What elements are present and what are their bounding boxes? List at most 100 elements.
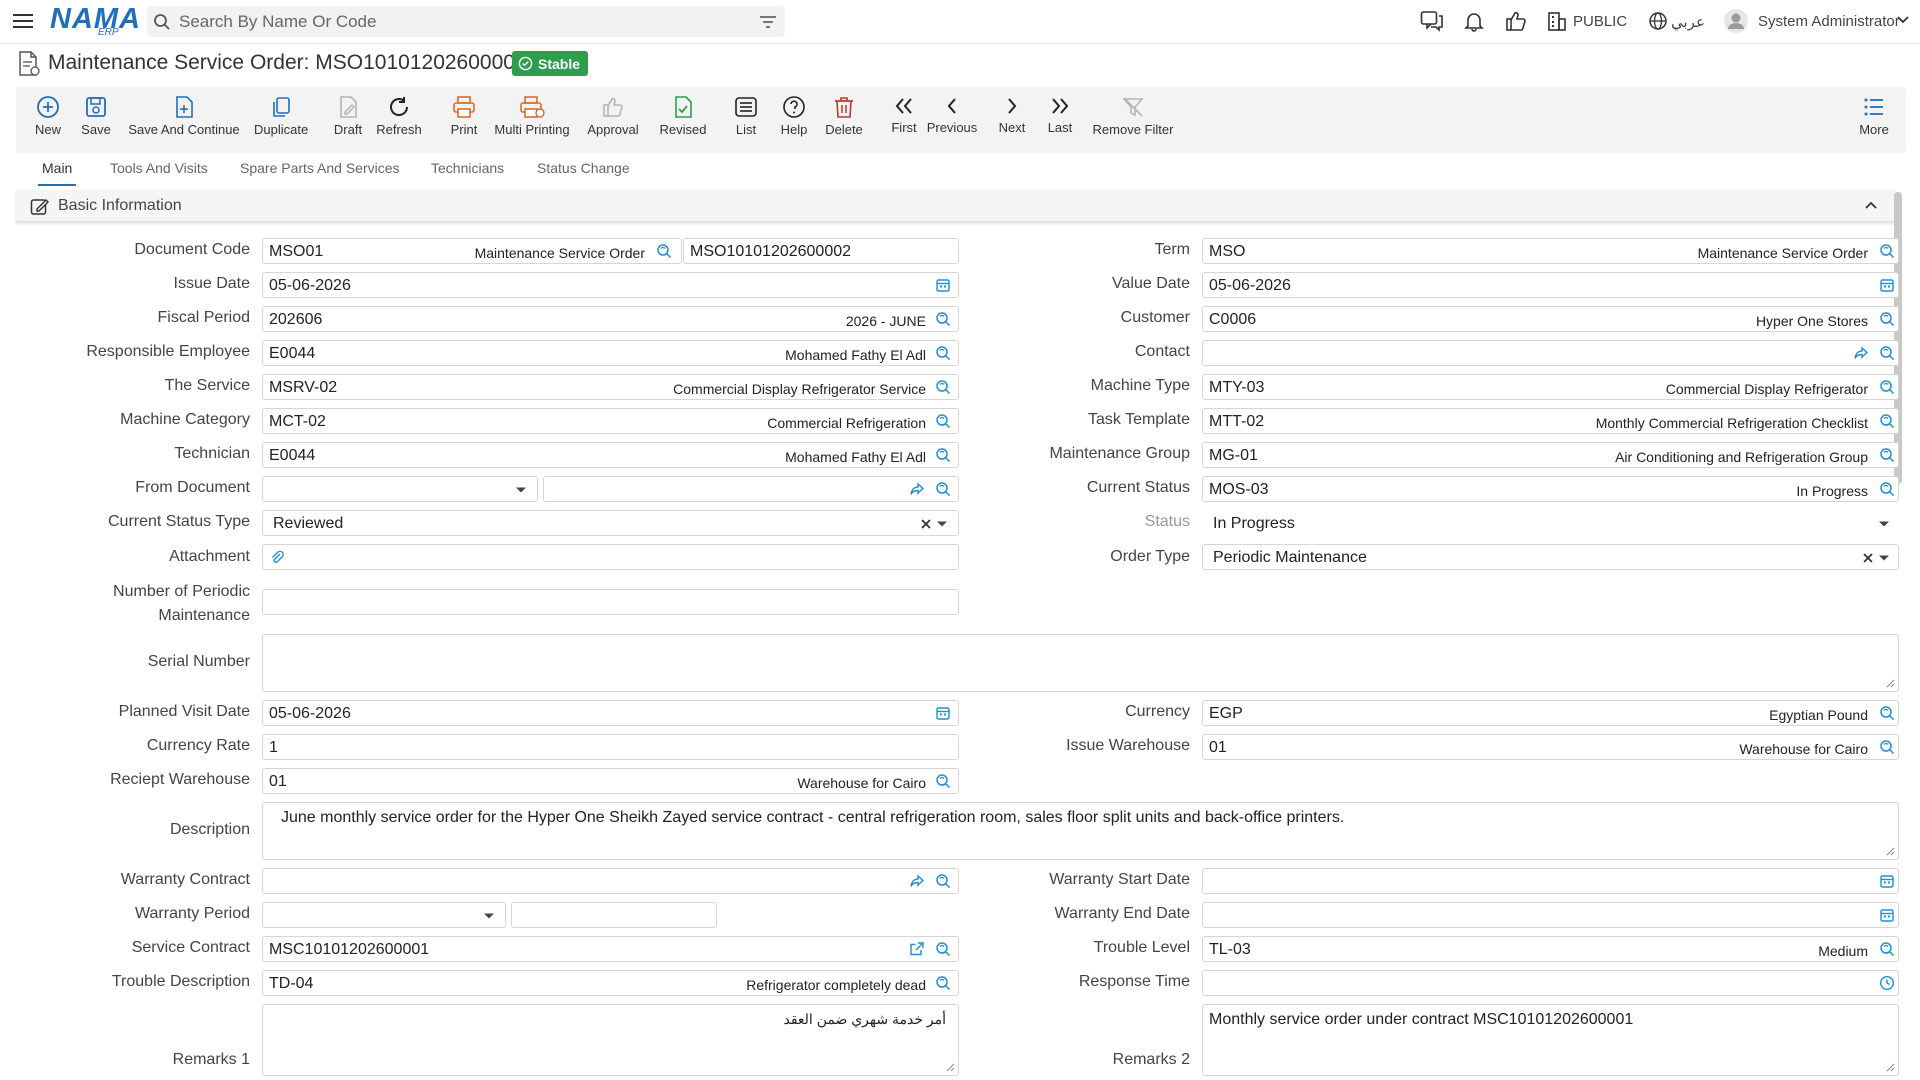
scrollbar[interactable] [1894, 192, 1902, 484]
tab-tools-and-visits[interactable]: Tools And Visits [110, 160, 208, 176]
trouble-description-field[interactable]: TD-04 Refrigerator completely dead [262, 970, 959, 996]
currency-field[interactable]: EGP Egyptian Pound [1202, 700, 1899, 726]
issue-date-field[interactable]: 05-06-2026 [262, 272, 959, 298]
planned-visit-date-field[interactable]: 05-06-2026 [262, 700, 959, 726]
language-switch[interactable]: عربي [1671, 13, 1705, 31]
order-type-select[interactable]: Periodic Maintenance [1202, 544, 1899, 570]
machine-type-field[interactable]: MTY-03 Commercial Display Refrigerator [1202, 374, 1899, 400]
hamburger-menu-icon[interactable] [12, 11, 34, 31]
globe-icon[interactable] [1648, 10, 1668, 32]
lookup-search-icon[interactable] [1879, 941, 1895, 957]
status-select[interactable]: In Progress [1202, 510, 1899, 536]
caret-down-icon[interactable] [936, 520, 948, 528]
share-arrow-icon[interactable] [909, 873, 925, 889]
first-button[interactable]: First [884, 95, 924, 135]
from-document-type-select[interactable] [262, 476, 538, 502]
last-button[interactable]: Last [1040, 95, 1080, 135]
multi-printing-button[interactable]: Multi Printing [492, 95, 572, 137]
chevron-up-icon[interactable] [1864, 200, 1878, 210]
calendar-icon[interactable] [1879, 907, 1895, 923]
thumbs-up-icon[interactable] [1505, 10, 1527, 32]
delete-button[interactable]: Delete [822, 95, 866, 137]
calendar-icon[interactable] [1879, 873, 1895, 889]
lookup-search-icon[interactable] [1879, 705, 1895, 721]
external-link-icon[interactable] [909, 941, 925, 957]
filter-icon[interactable] [759, 14, 777, 30]
share-arrow-icon[interactable] [1853, 345, 1869, 361]
resize-handle-icon[interactable] [1886, 679, 1895, 688]
basic-information-section[interactable]: Basic Information [16, 190, 1896, 222]
avatar[interactable] [1723, 8, 1749, 34]
refresh-button[interactable]: Refresh [374, 95, 424, 137]
lookup-search-icon[interactable] [935, 773, 951, 789]
customer-field[interactable]: C0006 Hyper One Stores [1202, 306, 1899, 332]
issue-warehouse-field[interactable]: 01 Warehouse for Cairo [1202, 734, 1899, 760]
current-status-field[interactable]: MOS-03 In Progress [1202, 476, 1899, 502]
lookup-search-icon[interactable] [1879, 447, 1895, 463]
public-label[interactable]: PUBLIC [1573, 13, 1627, 30]
caret-down-icon[interactable] [1878, 554, 1890, 562]
user-name[interactable]: System Administrator [1758, 13, 1900, 30]
receipt-warehouse-field[interactable]: 01 Warehouse for Cairo [262, 768, 959, 794]
response-time-field[interactable] [1202, 970, 1899, 996]
previous-button[interactable]: Previous [924, 95, 980, 135]
lookup-search-icon[interactable] [1879, 413, 1895, 429]
clear-x-icon[interactable] [1862, 552, 1874, 564]
lookup-search-icon[interactable] [935, 379, 951, 395]
logo[interactable]: NAMA [50, 5, 141, 34]
lookup-search-icon[interactable] [1879, 739, 1895, 755]
tab-spare-parts-and-services[interactable]: Spare Parts And Services [240, 160, 400, 176]
lookup-search-icon[interactable] [935, 975, 951, 991]
save-and-continue-button[interactable]: Save And Continue [128, 95, 240, 137]
value-date-field[interactable]: 05-06-2026 [1202, 272, 1899, 298]
draft-button[interactable]: Draft [328, 95, 368, 137]
chevron-down-icon[interactable] [1897, 15, 1909, 25]
lookup-search-icon[interactable] [935, 413, 951, 429]
tab-status-change[interactable]: Status Change [537, 160, 630, 176]
search-input[interactable] [179, 10, 739, 33]
calendar-icon[interactable] [935, 277, 951, 293]
lookup-search-icon[interactable] [1879, 345, 1895, 361]
remarks1-field[interactable]: أمر خدمة شهري ضمن العقد [262, 1004, 959, 1076]
paperclip-icon[interactable] [269, 549, 285, 565]
print-button[interactable]: Print [444, 95, 484, 137]
clock-icon[interactable] [1879, 975, 1895, 991]
attachment-field[interactable] [262, 544, 959, 570]
warranty-contract-field[interactable] [262, 868, 959, 894]
document-code-field[interactable]: MSO01 Maintenance Service Order [262, 238, 682, 264]
lookup-search-icon[interactable] [1879, 379, 1895, 395]
from-document-field[interactable] [543, 476, 959, 502]
task-template-field[interactable]: MTT-02 Monthly Commercial Refrigeration C… [1202, 408, 1899, 434]
lookup-search-icon[interactable] [935, 447, 951, 463]
remarks2-field[interactable]: Monthly service order under contract MSC… [1202, 1004, 1899, 1076]
more-button[interactable]: More [1854, 95, 1894, 137]
serial-number-field[interactable] [262, 634, 1899, 692]
caret-down-icon[interactable] [483, 912, 495, 920]
term-field[interactable]: MSO Maintenance Service Order [1202, 238, 1899, 264]
maintenance-group-field[interactable]: MG-01 Air Conditioning and Refrigeration … [1202, 442, 1899, 468]
next-button[interactable]: Next [992, 95, 1032, 135]
periodic-maintenance-field[interactable] [262, 589, 959, 615]
contact-field[interactable] [1202, 340, 1899, 366]
calendar-icon[interactable] [1879, 277, 1895, 293]
chat-icon[interactable] [1420, 10, 1444, 32]
lookup-search-icon[interactable] [1879, 481, 1895, 497]
tab-main[interactable]: Main [37, 160, 77, 186]
current-status-type-select[interactable]: Reviewed [262, 510, 959, 536]
description-field[interactable]: June monthly service order for the Hyper… [262, 802, 1899, 860]
tab-technicians[interactable]: Technicians [431, 160, 504, 176]
currency-rate-field[interactable]: 1 [262, 734, 959, 760]
warranty-period-value-field[interactable] [511, 902, 717, 928]
share-arrow-icon[interactable] [909, 481, 925, 497]
approval-button[interactable]: Approval [586, 95, 640, 137]
caret-down-icon[interactable] [515, 486, 527, 494]
resize-handle-icon[interactable] [1886, 1063, 1895, 1072]
service-contract-field[interactable]: MSC10101202600001 [262, 936, 959, 962]
lookup-search-icon[interactable] [935, 311, 951, 327]
duplicate-button[interactable]: Duplicate [254, 95, 308, 137]
bell-icon[interactable] [1463, 10, 1485, 32]
machine-category-field[interactable]: MCT-02 Commercial Refrigeration [262, 408, 959, 434]
calendar-icon[interactable] [935, 705, 951, 721]
lookup-search-icon[interactable] [935, 873, 951, 889]
lookup-search-icon[interactable] [935, 345, 951, 361]
